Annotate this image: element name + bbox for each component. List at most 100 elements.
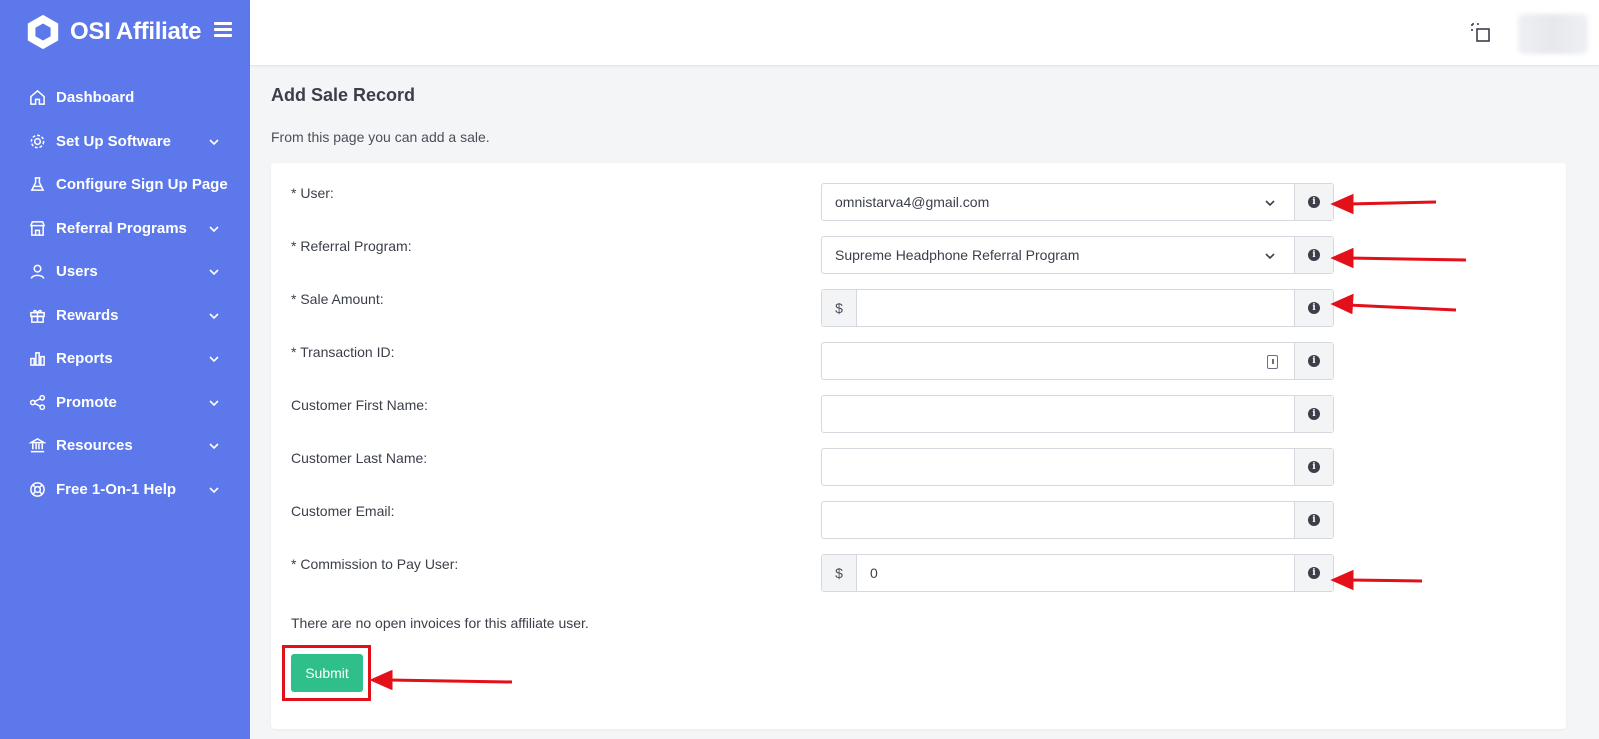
form-row-referral-program: * Referral Program: Supreme Headphone Re…: [271, 236, 1566, 274]
commission-label: * Commission to Pay User:: [291, 556, 459, 572]
referral-program-info-button[interactable]: i: [1294, 237, 1333, 273]
sale-amount-label: * Sale Amount:: [291, 291, 384, 307]
info-icon: i: [1308, 249, 1320, 261]
home-icon: [28, 89, 46, 107]
bank-icon: [28, 437, 46, 455]
user-icon: [28, 263, 46, 281]
form-row-first-name: Customer First Name: i: [271, 395, 1566, 433]
first-name-info-button[interactable]: i: [1294, 396, 1333, 432]
referral-program-label: * Referral Program:: [291, 238, 412, 254]
chevron-down-icon: [1265, 253, 1275, 260]
sidebar: OSI Affiliate Dashboard Set Up Software …: [0, 0, 250, 739]
hexagon-logo-icon: [27, 14, 59, 50]
form-row-email: Customer Email: i: [271, 501, 1566, 539]
hamburger-menu-icon[interactable]: [214, 22, 232, 38]
transaction-id-info-button[interactable]: i: [1294, 343, 1333, 379]
submit-button[interactable]: Submit: [291, 654, 363, 692]
chevron-down-icon: [209, 269, 219, 276]
transaction-id-label: * Transaction ID:: [291, 344, 395, 360]
info-icon: i: [1308, 567, 1320, 579]
email-input[interactable]: [822, 502, 1294, 538]
chevron-down-icon: [209, 399, 219, 406]
store-icon: [28, 219, 46, 237]
page-subtitle: From this page you can add a sale.: [271, 129, 490, 145]
first-name-group: i: [821, 395, 1334, 433]
sidebar-item-label: Rewards: [56, 306, 119, 324]
last-name-group: i: [821, 448, 1334, 486]
sidebar-item-label: Referral Programs: [56, 219, 187, 237]
chevron-down-icon: [209, 356, 219, 363]
chevron-down-icon: [209, 443, 219, 450]
commission-info-button[interactable]: i: [1294, 555, 1333, 591]
info-icon: i: [1308, 355, 1320, 367]
form-row-transaction-id: * Transaction ID: i: [271, 342, 1566, 380]
form-row-user: * User: omnistarva4@gmail.com i: [271, 183, 1566, 221]
autofill-icon[interactable]: [1267, 355, 1278, 369]
info-icon: i: [1308, 514, 1320, 526]
first-name-label: Customer First Name:: [291, 397, 428, 413]
user-label: * User:: [291, 185, 334, 201]
sidebar-item-label: Resources: [56, 437, 133, 455]
sidebar-item-free-help[interactable]: Free 1-On-1 Help: [0, 468, 250, 512]
currency-prefix: $: [822, 290, 857, 326]
sidebar-item-label: Dashboard: [56, 89, 135, 107]
sale-amount-input[interactable]: [857, 290, 1294, 326]
share-icon: [28, 393, 46, 411]
sidebar-item-reports[interactable]: Reports: [0, 337, 250, 381]
info-icon: i: [1308, 302, 1320, 314]
sale-amount-info-button[interactable]: i: [1294, 290, 1333, 326]
commission-group: $ 0 i: [821, 554, 1334, 592]
sidebar-item-promote[interactable]: Promote: [0, 381, 250, 425]
info-icon: i: [1308, 196, 1320, 208]
referral-program-select[interactable]: Supreme Headphone Referral Program: [822, 237, 1294, 273]
sidebar-item-label: Configure Sign Up Page: [56, 176, 228, 194]
flask-icon: [28, 176, 46, 194]
last-name-input[interactable]: [822, 449, 1294, 485]
sidebar-item-dashboard[interactable]: Dashboard: [0, 76, 250, 120]
sidebar-item-resources[interactable]: Resources: [0, 424, 250, 468]
topbar: [250, 0, 1599, 66]
gift-icon: [28, 306, 46, 324]
email-group: i: [821, 501, 1334, 539]
transaction-id-input[interactable]: [822, 343, 1294, 379]
email-info-button[interactable]: i: [1294, 502, 1333, 538]
chevron-down-icon: [209, 312, 219, 319]
sidebar-item-label: Set Up Software: [56, 132, 172, 150]
brand[interactable]: OSI Affiliate: [24, 12, 202, 52]
sidebar-item-referral-programs[interactable]: Referral Programs: [0, 207, 250, 251]
user-select-group: omnistarva4@gmail.com i: [821, 183, 1334, 221]
avatar[interactable]: [1518, 14, 1588, 54]
gear-icon: [28, 132, 46, 150]
info-icon: i: [1308, 408, 1320, 420]
last-name-label: Customer Last Name:: [291, 450, 428, 466]
sidebar-item-set-up-software[interactable]: Set Up Software: [0, 120, 250, 164]
commission-input[interactable]: 0: [857, 555, 1294, 591]
bar-chart-icon: [28, 350, 46, 368]
last-name-info-button[interactable]: i: [1294, 449, 1333, 485]
chevron-down-icon: [209, 225, 219, 232]
sidebar-item-rewards[interactable]: Rewards: [0, 294, 250, 338]
chevron-down-icon: [1265, 200, 1275, 207]
user-info-button[interactable]: i: [1294, 184, 1333, 220]
first-name-input[interactable]: [822, 396, 1294, 432]
sidebar-item-users[interactable]: Users: [0, 250, 250, 294]
user-select[interactable]: omnistarva4@gmail.com: [822, 184, 1294, 220]
sale-form-card: * User: omnistarva4@gmail.com i * Referr…: [271, 163, 1566, 729]
currency-prefix: $: [822, 555, 857, 591]
transaction-id-group: i: [821, 342, 1334, 380]
sidebar-nav: Dashboard Set Up Software Configure Sign…: [0, 76, 250, 511]
sidebar-item-label: Users: [56, 263, 98, 281]
referral-program-select-group: Supreme Headphone Referral Program i: [821, 236, 1334, 274]
no-invoices-note: There are no open invoices for this affi…: [291, 615, 589, 631]
referral-program-select-value: Supreme Headphone Referral Program: [835, 247, 1080, 263]
email-label: Customer Email:: [291, 503, 395, 519]
fullscreen-icon[interactable]: [1470, 22, 1492, 44]
brand-name: OSI Affiliate: [70, 18, 202, 45]
form-row-sale-amount: * Sale Amount: $ i: [271, 289, 1566, 327]
sidebar-item-label: Promote: [56, 393, 117, 411]
info-icon: i: [1308, 461, 1320, 473]
chevron-down-icon: [209, 486, 219, 493]
lifebuoy-icon: [28, 480, 46, 498]
sidebar-item-configure-sign-up-page[interactable]: Configure Sign Up Page: [0, 163, 250, 207]
form-row-last-name: Customer Last Name: i: [271, 448, 1566, 486]
